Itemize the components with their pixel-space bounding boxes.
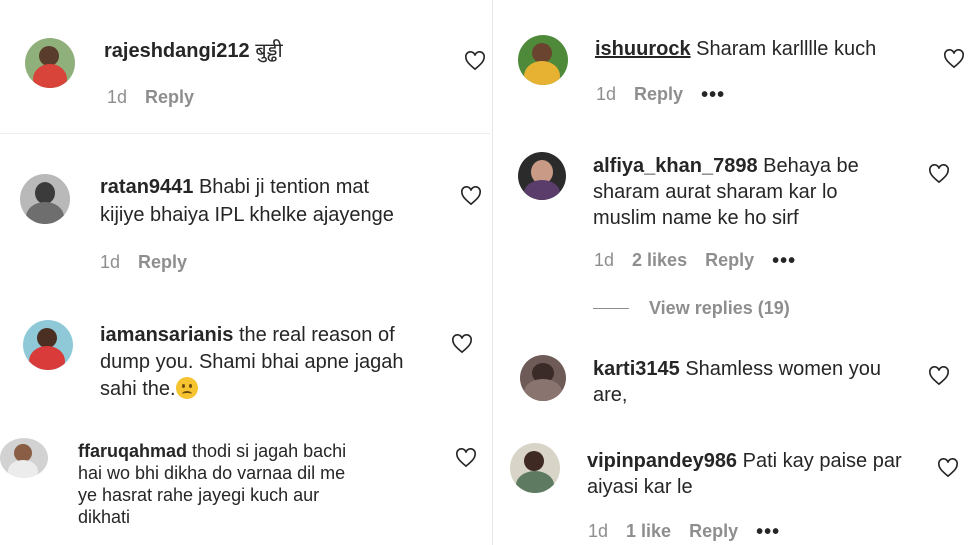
comment-body-line: dump you. Shami bhai apne jagah bbox=[100, 351, 404, 373]
comment-body: thodi si jagah bachi bbox=[192, 441, 347, 461]
comment-body: Pati kay paise par bbox=[742, 450, 902, 472]
likes-count[interactable]: 2 likes bbox=[632, 250, 687, 271]
view-replies-label[interactable]: View replies (19) bbox=[649, 298, 790, 319]
timestamp: 1d bbox=[107, 87, 128, 107]
comment-text: vipinpandey986 Pati kay paise par bbox=[587, 448, 902, 475]
reply-button[interactable]: Reply bbox=[145, 87, 194, 108]
heart-icon[interactable] bbox=[455, 448, 477, 468]
comment-meta: 1d Reply bbox=[100, 252, 187, 273]
heart-icon[interactable] bbox=[460, 186, 482, 206]
heart-icon[interactable] bbox=[943, 49, 965, 69]
view-replies-button[interactable]: View replies (19) bbox=[593, 298, 790, 319]
username[interactable]: karti3145 bbox=[593, 358, 680, 380]
more-options-icon[interactable]: ••• bbox=[701, 85, 725, 105]
comment-text: alfiya_khan_7898 Behaya be bbox=[593, 153, 859, 180]
comment-meta: 1d Reply ••• bbox=[596, 84, 725, 105]
comment-body: sahi the. bbox=[100, 378, 176, 400]
heart-icon[interactable] bbox=[928, 366, 950, 386]
comment-text: ffaruqahmad thodi si jagah bachi bbox=[78, 440, 346, 462]
comment-body-line: hai wo bhi dikha do varnaa dil me bbox=[78, 463, 346, 483]
comment-body-line: sahi the. bbox=[100, 376, 198, 403]
comment-body: the real reason of bbox=[238, 324, 395, 346]
comment-body-line: ye hasrat rahe jayegi kuch aur bbox=[78, 485, 320, 505]
comment-body-line: sharam aurat sharam kar lo bbox=[593, 181, 838, 203]
comment-body-line: aiyasi kar le bbox=[587, 476, 693, 498]
username[interactable]: vipinpandey986 bbox=[587, 450, 737, 472]
comment-body: Sharam karlllle kuch bbox=[696, 38, 877, 60]
comment-text: ratan9441 Bhabi ji tention mat bbox=[100, 174, 369, 201]
sad-face-emoji bbox=[175, 377, 198, 399]
replies-dash bbox=[593, 308, 629, 309]
heart-icon[interactable] bbox=[928, 164, 950, 184]
avatar[interactable] bbox=[0, 438, 48, 478]
reply-button[interactable]: Reply bbox=[634, 84, 683, 105]
timestamp: 1d bbox=[588, 521, 609, 541]
comment-text: rajeshdangi212 बुड्ढी bbox=[104, 38, 283, 65]
likes-count[interactable]: 1 like bbox=[626, 521, 671, 542]
comment-body: Behaya be bbox=[763, 155, 859, 177]
avatar[interactable] bbox=[23, 320, 73, 370]
comment-meta: 1d 2 likes Reply ••• bbox=[594, 250, 796, 271]
timestamp: 1d bbox=[594, 250, 615, 270]
column-divider bbox=[492, 0, 493, 545]
comment-body: Bhabi ji tention mat bbox=[198, 176, 370, 198]
reply-button[interactable]: Reply bbox=[705, 250, 754, 271]
avatar[interactable] bbox=[520, 355, 566, 401]
comment-meta: 1d 1 like Reply ••• bbox=[588, 521, 780, 542]
comment-text: karti3145 Shamless women you bbox=[593, 356, 881, 383]
timestamp: 1d bbox=[100, 252, 121, 272]
username[interactable]: iamansarianis bbox=[100, 324, 233, 346]
heart-icon[interactable] bbox=[937, 458, 959, 478]
reply-button[interactable]: Reply bbox=[689, 521, 738, 542]
comment-body: बुड्ढी bbox=[255, 40, 283, 62]
reply-button[interactable]: Reply bbox=[138, 252, 187, 273]
username[interactable]: ratan9441 bbox=[100, 176, 193, 198]
comment-body-line: muslim name ke ho sirf bbox=[593, 207, 799, 229]
comment-body-line: kijiye bhaiya IPL khelke ajayenge bbox=[100, 204, 394, 226]
heart-icon[interactable] bbox=[464, 51, 486, 71]
comment-meta: 1d Reply bbox=[107, 87, 194, 108]
comment-body: Shamless women you bbox=[685, 358, 881, 380]
avatar[interactable] bbox=[25, 38, 75, 88]
comment-text: ishuurock Sharam karlllle kuch bbox=[595, 36, 876, 63]
more-options-icon[interactable]: ••• bbox=[756, 522, 780, 542]
username[interactable]: alfiya_khan_7898 bbox=[593, 155, 758, 177]
avatar[interactable] bbox=[518, 152, 566, 200]
section-divider bbox=[0, 133, 490, 134]
comment-text: iamansarianis the real reason of bbox=[100, 322, 395, 349]
avatar[interactable] bbox=[510, 443, 560, 493]
username[interactable]: ffaruqahmad bbox=[78, 441, 187, 461]
avatar[interactable] bbox=[518, 35, 568, 85]
username[interactable]: ishuurock bbox=[595, 38, 691, 60]
heart-icon[interactable] bbox=[451, 334, 473, 354]
timestamp: 1d bbox=[596, 84, 617, 104]
comment-body-line: are, bbox=[593, 384, 628, 406]
more-options-icon[interactable]: ••• bbox=[772, 251, 796, 271]
username[interactable]: rajeshdangi212 bbox=[104, 40, 250, 62]
avatar[interactable] bbox=[20, 174, 70, 224]
comment-body-line: dikhati bbox=[78, 507, 131, 527]
